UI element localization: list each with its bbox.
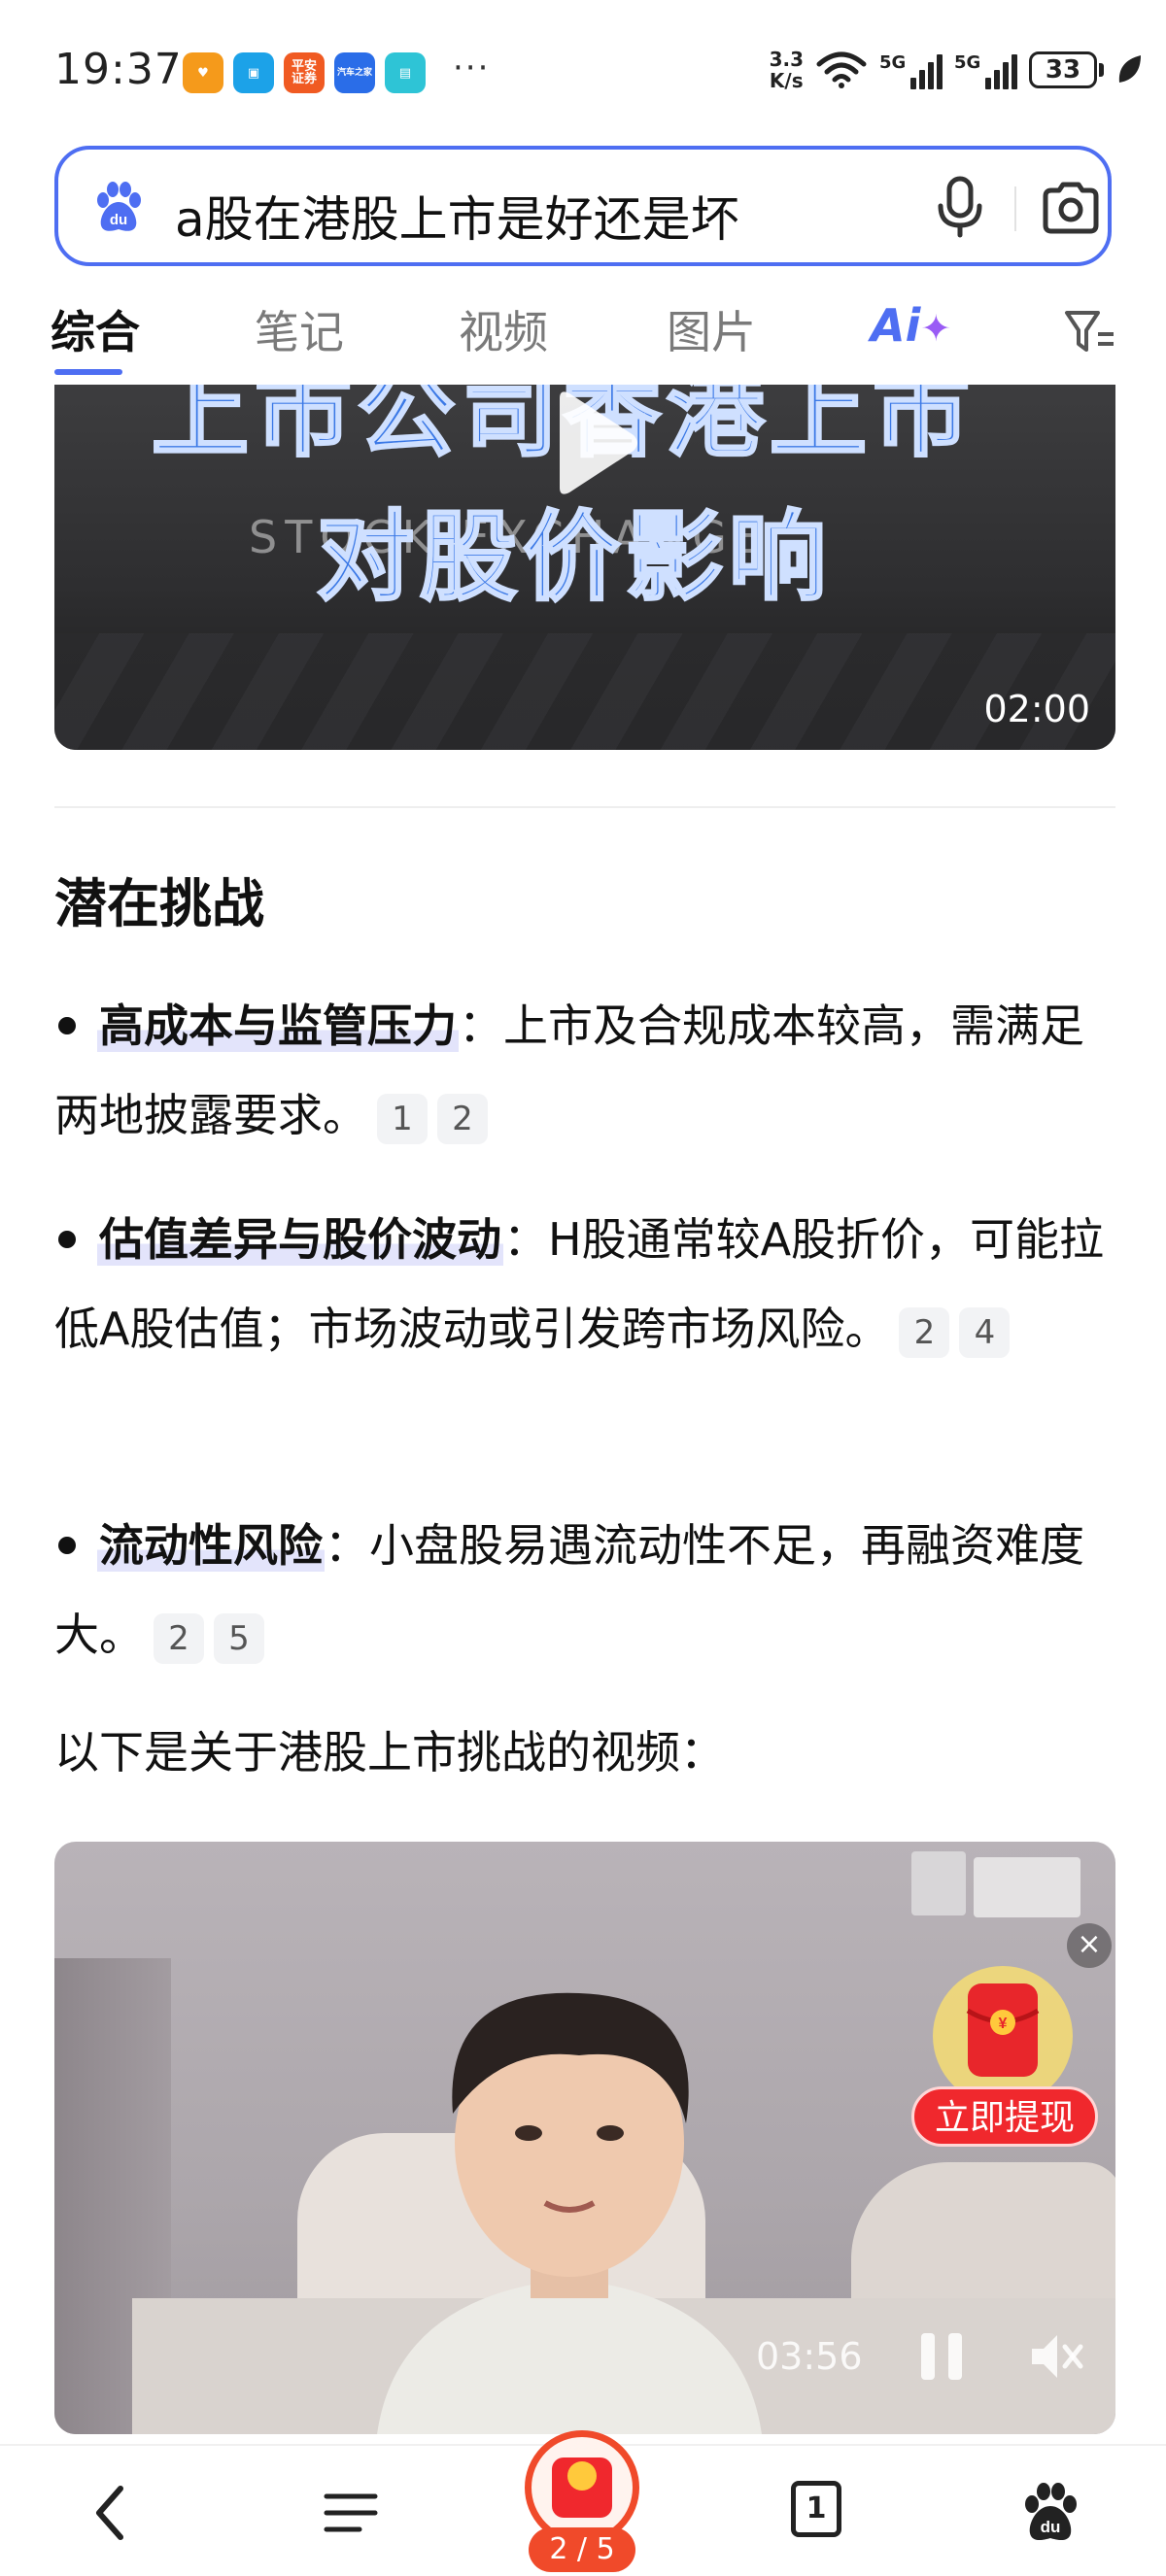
reward-task-button[interactable]: 2 / 5 xyxy=(525,2403,639,2576)
tab-images[interactable]: 图片 xyxy=(667,297,756,361)
ping-an-securities-icon: 平安 证券 xyxy=(284,52,325,93)
signal-strength-icon: 5G xyxy=(879,51,943,89)
shopping-bag-icon: ▣ xyxy=(233,52,274,93)
divider xyxy=(54,806,1115,808)
section-heading: 潜在挑战 xyxy=(54,873,264,934)
list-item: 高成本与监管压力：上市及合规成本较高，需满足两地披露要求。 1 2 xyxy=(54,981,1115,1160)
baidu-paw-icon[interactable]: du xyxy=(89,179,148,237)
reader-book-icon: ▤ xyxy=(385,52,426,93)
alipay-heart-icon: ♥ xyxy=(183,52,223,93)
battery-level: 33 xyxy=(1029,51,1097,88)
bottom-navigation: 2 / 5 1 du xyxy=(0,2430,1166,2576)
pause-icon[interactable] xyxy=(917,2329,966,2384)
status-bar: 19:37 ♥ ▣ 平安 证券 汽车之家 ▤ ··· 3.3 K/s 5G 5G… xyxy=(0,0,1166,146)
citation-badge[interactable]: 2 xyxy=(437,1093,488,1144)
bullet-dot xyxy=(58,1016,76,1034)
video-intro-text: 以下是关于港股上市挑战的视频： xyxy=(54,1726,725,1779)
autohome-icon: 汽车之家 xyxy=(334,52,375,93)
svg-text:du: du xyxy=(1041,2518,1061,2536)
coin-icon xyxy=(567,2461,597,2491)
bullet-dot xyxy=(58,1536,76,1554)
bullet-term: 高成本与监管压力 xyxy=(97,1000,459,1052)
citation-badge[interactable]: 4 xyxy=(959,1306,1011,1358)
wall-panel xyxy=(974,1857,1080,1917)
bullet-dot xyxy=(58,1230,76,1248)
withdraw-now-button[interactable]: 立即提现 xyxy=(911,2086,1098,2147)
tab-ai[interactable]: Ai✦ xyxy=(871,299,951,352)
signal-strength-icon: 5G xyxy=(954,51,1017,89)
status-indicators: 3.3 K/s 5G 5G 33 xyxy=(770,49,1143,91)
tabs-count-button[interactable]: 1 xyxy=(791,2481,841,2537)
back-icon[interactable] xyxy=(78,2479,146,2547)
search-divider xyxy=(1014,186,1016,231)
video-card-hk-listing-impact[interactable]: STOCK EXCHANGE 上市公司香港上市 对股价影响 02:00 xyxy=(54,385,1115,750)
search-bar[interactable]: du a股在港股上市是好还是坏 xyxy=(54,146,1112,266)
citation-badge[interactable]: 2 xyxy=(154,1612,204,1664)
tab-videos[interactable]: 视频 xyxy=(459,297,548,361)
wall-switch xyxy=(911,1851,966,1915)
citation-badge[interactable]: 2 xyxy=(899,1306,950,1358)
mute-icon[interactable] xyxy=(1026,2327,1084,2386)
presenter-image xyxy=(377,1992,762,2434)
leaf-icon xyxy=(1118,55,1141,83)
svg-text:¥: ¥ xyxy=(999,2016,1008,2032)
bullet-term: 估值差异与股价波动 xyxy=(97,1213,503,1266)
sparkle-icon: ✦ xyxy=(920,307,952,350)
menu-icon[interactable] xyxy=(317,2479,385,2547)
battery-icon: 33 xyxy=(1029,51,1104,88)
filter-icon[interactable] xyxy=(1063,305,1117,359)
status-time: 19:37 xyxy=(54,45,183,94)
citation-badge[interactable]: 5 xyxy=(214,1612,264,1664)
tab-all[interactable]: 综合 xyxy=(51,297,140,361)
video-duration: 03:56 xyxy=(756,2335,863,2378)
citation-badge[interactable]: 1 xyxy=(377,1093,428,1144)
network-speed: 3.3 K/s xyxy=(769,48,804,92)
search-input[interactable]: a股在港股上市是好还是坏 xyxy=(175,181,739,251)
baidu-home-icon[interactable]: du xyxy=(1016,2479,1084,2547)
list-item: 流动性风险：小盘股易遇流动性不足，再融资难度大。 2 5 xyxy=(54,1501,1115,1679)
tab-notes[interactable]: 笔记 xyxy=(255,297,344,361)
search-tabs: 综合 笔记 视频 图片 Ai✦ xyxy=(0,291,1166,383)
camera-icon[interactable] xyxy=(1040,177,1102,239)
play-icon[interactable] xyxy=(540,385,647,501)
video-duration: 02:00 xyxy=(983,688,1090,730)
wifi-icon xyxy=(816,51,867,88)
list-item: 估值差异与股价波动：H股通常较A股折价，可能拉低A股估值；市场波动或引发跨市场风… xyxy=(54,1195,1115,1373)
microphone-icon[interactable] xyxy=(933,175,987,239)
reward-progress-counter: 2 / 5 xyxy=(529,2527,635,2572)
more-notifications-icon: ··· xyxy=(453,49,491,87)
bullet-term: 流动性风险 xyxy=(97,1519,325,1572)
notification-app-icons: ♥ ▣ 平安 证券 汽车之家 ▤ xyxy=(183,52,426,93)
svg-text:du: du xyxy=(110,212,127,228)
active-tab-indicator xyxy=(54,369,122,375)
